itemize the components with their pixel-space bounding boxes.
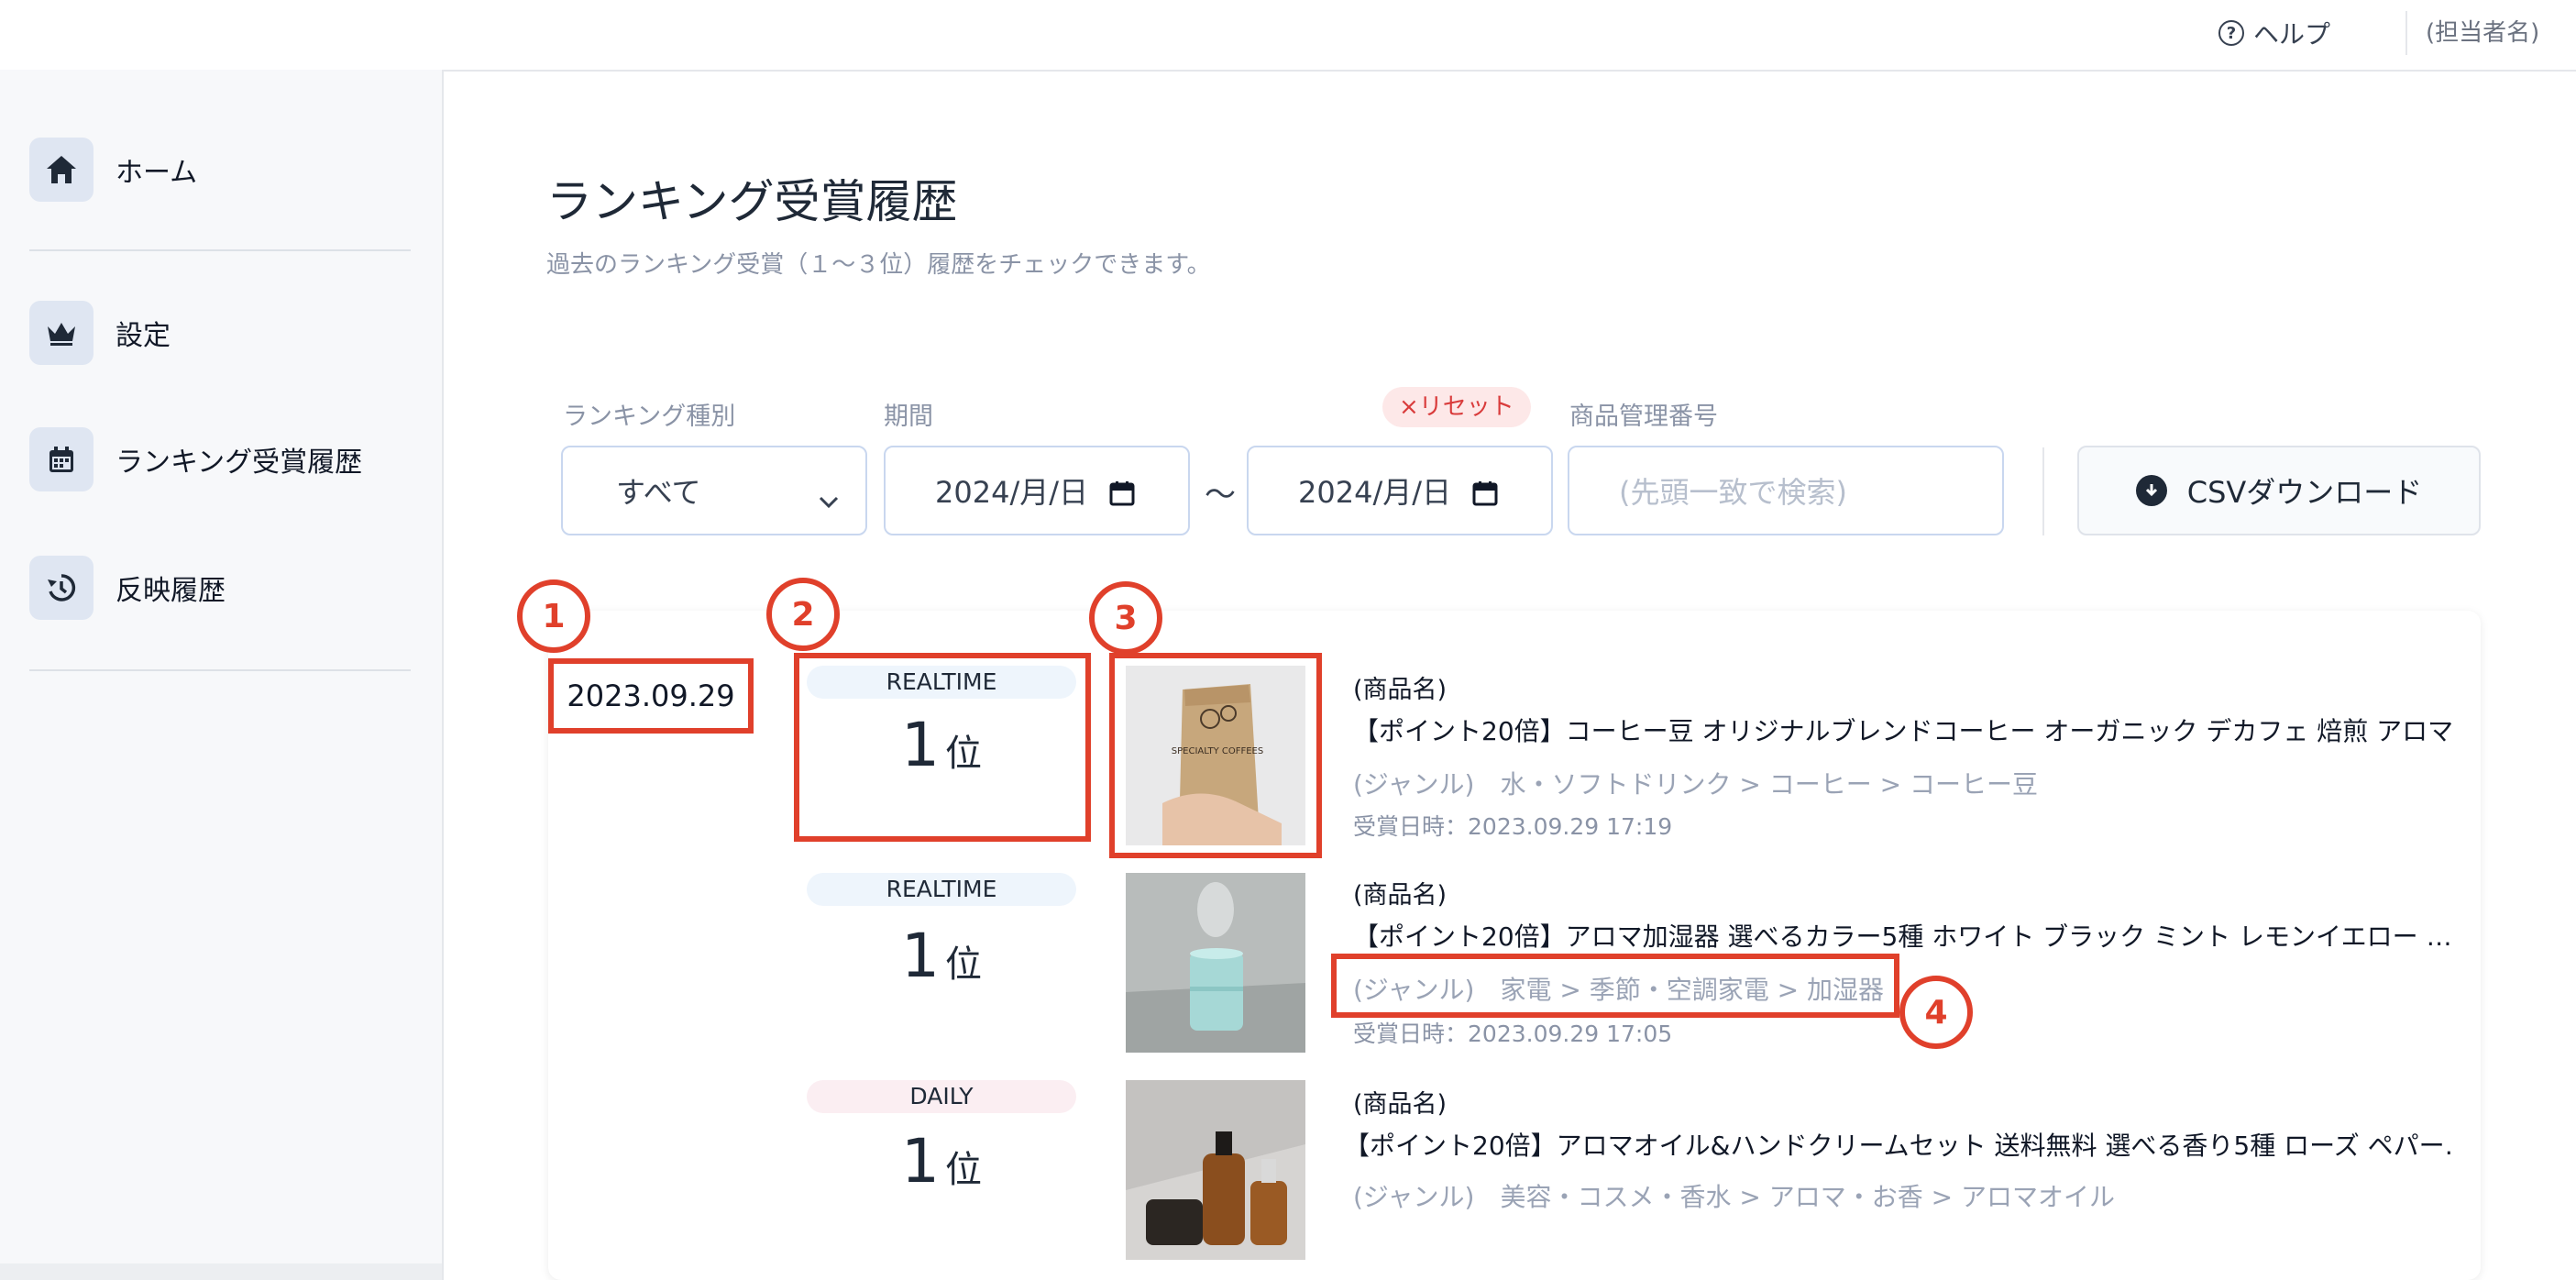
product-code-search-input[interactable]: (先頭一致で検索) — [1568, 446, 2004, 535]
awarded-prefix: 受賞日時： — [1353, 813, 1469, 840]
awarded-datetime: 受賞日時：2023.09.29 17:05 — [1353, 1016, 1672, 1049]
sidebar-bottom-edge — [0, 1263, 442, 1280]
sidebar-divider — [29, 669, 411, 671]
help-label: ヘルプ — [2253, 19, 2331, 50]
annotation-marker: 1 — [517, 579, 590, 653]
ranking-type-select[interactable]: すべて — [561, 446, 867, 535]
date-from-value: 2024/月/日 — [935, 475, 1089, 510]
date-to-input[interactable]: 2024/月/日 — [1247, 446, 1553, 535]
filter-divider — [2042, 447, 2044, 535]
header-divider — [2405, 11, 2407, 55]
sidebar: ホーム 設定 ランキング受賞履歴 反映履歴 — [0, 70, 444, 1280]
genre-label: (ジャンル) — [1353, 1182, 1475, 1212]
product-thumbnail[interactable] — [1126, 1080, 1305, 1260]
product-name-label: (商品名) — [1353, 1090, 1448, 1119]
calendar-picker-icon[interactable] — [1109, 479, 1135, 513]
chevron-down-icon — [818, 482, 840, 517]
annotation-box-thumbnail — [1109, 653, 1322, 858]
product-name-label: (商品名) — [1353, 676, 1448, 704]
product-title[interactable]: 【ポイント20倍】アロマオイル&ハンドクリームセット 送料無料 選べる香り5種 … — [1344, 1126, 2453, 1163]
csv-download-label: CSVダウンロード — [2186, 475, 2423, 510]
annotation-box-rank — [794, 653, 1091, 842]
sidebar-item-label: 反映履歴 — [116, 575, 226, 607]
product-title[interactable]: 【ポイント20倍】コーヒー豆 オリジナルブレンドコーヒー オーガニック デカフェ… — [1353, 712, 2453, 748]
home-icon — [29, 138, 94, 202]
calendar-picker-icon[interactable] — [1472, 479, 1498, 513]
top-header: ? ヘルプ (担当者名) — [0, 0, 2576, 72]
sidebar-item-label: ランキング受賞履歴 — [116, 447, 363, 479]
ranking-type-badge: DAILY — [807, 1080, 1076, 1113]
rank-number: 1 — [901, 1126, 940, 1197]
sidebar-item-label: 設定 — [116, 320, 171, 352]
awarded-value: 2023.09.29 17:05 — [1468, 1021, 1673, 1047]
product-code-placeholder: (先頭一致で検索) — [1619, 475, 1847, 510]
sidebar-item-settings[interactable]: 設定 — [29, 301, 171, 365]
rank-value: 1位 — [807, 921, 1076, 991]
genre-path: 水・ソフトドリンク > コーヒー > コーヒー豆 — [1500, 769, 2038, 800]
awarded-datetime: 受賞日時：2023.09.29 17:19 — [1353, 809, 1672, 842]
ranking-type-label: ランキング種別 — [563, 403, 736, 431]
page-title: ランキング受賞履歴 — [546, 175, 958, 228]
rank-value: 1位 — [807, 1126, 1076, 1197]
history-icon — [29, 556, 94, 620]
calendar-icon — [29, 427, 94, 491]
sidebar-divider — [29, 249, 411, 251]
crown-icon — [29, 301, 94, 365]
product-genre: (ジャンル) 美容・コスメ・香水 > アロマ・お香 > アロマオイル — [1353, 1177, 2115, 1214]
download-icon — [2135, 475, 2167, 506]
period-label: 期間 — [884, 403, 933, 431]
sidebar-item-label: ホーム — [116, 157, 198, 189]
help-link[interactable]: ? ヘルプ — [2218, 15, 2330, 51]
annotation-marker: 2 — [766, 578, 840, 651]
reset-button[interactable]: ×リセット — [1382, 387, 1531, 427]
page-subtitle: 過去のランキング受賞（１〜３位）履歴をチェックできます。 — [546, 251, 1211, 279]
genre-path: 美容・コスメ・香水 > アロマ・お香 > アロマオイル — [1500, 1182, 2115, 1212]
sidebar-item-ranking-history[interactable]: ランキング受賞履歴 — [29, 427, 362, 491]
product-title[interactable]: 【ポイント20倍】アロマ加湿器 選べるカラー5種 ホワイト ブラック ミント レ… — [1353, 917, 2453, 954]
csv-download-button[interactable]: CSVダウンロード — [2077, 446, 2481, 535]
product-code-label: 商品管理番号 — [1569, 403, 1718, 431]
rank-unit: 位 — [945, 943, 982, 986]
awarded-value: 2023.09.29 17:19 — [1468, 813, 1673, 840]
rank-number: 1 — [901, 921, 940, 991]
annotation-box-genre — [1331, 954, 1899, 1018]
question-circle-icon: ? — [2218, 20, 2244, 46]
product-genre: (ジャンル) 水・ソフトドリンク > コーヒー > コーヒー豆 — [1353, 765, 2038, 801]
date-range-separator: 〜 — [1205, 477, 1236, 513]
rank-unit: 位 — [945, 1149, 982, 1191]
annotation-marker: 4 — [1899, 976, 1973, 1049]
product-thumbnail[interactable] — [1126, 873, 1305, 1053]
date-to-value: 2024/月/日 — [1298, 475, 1452, 510]
ranking-type-value: すべて — [616, 475, 701, 510]
annotation-marker: 3 — [1089, 581, 1162, 655]
genre-label: (ジャンル) — [1353, 769, 1475, 800]
sidebar-item-reflection-history[interactable]: 反映履歴 — [29, 556, 226, 620]
product-name-label: (商品名) — [1353, 881, 1448, 910]
user-name[interactable]: (担当者名) — [2426, 15, 2539, 51]
ranking-type-badge: REALTIME — [807, 873, 1076, 906]
award-date: 2023.09.29 — [548, 658, 754, 734]
date-from-input[interactable]: 2024/月/日 — [884, 446, 1190, 535]
awarded-prefix: 受賞日時： — [1353, 1021, 1469, 1047]
sidebar-item-home[interactable]: ホーム — [29, 138, 197, 202]
